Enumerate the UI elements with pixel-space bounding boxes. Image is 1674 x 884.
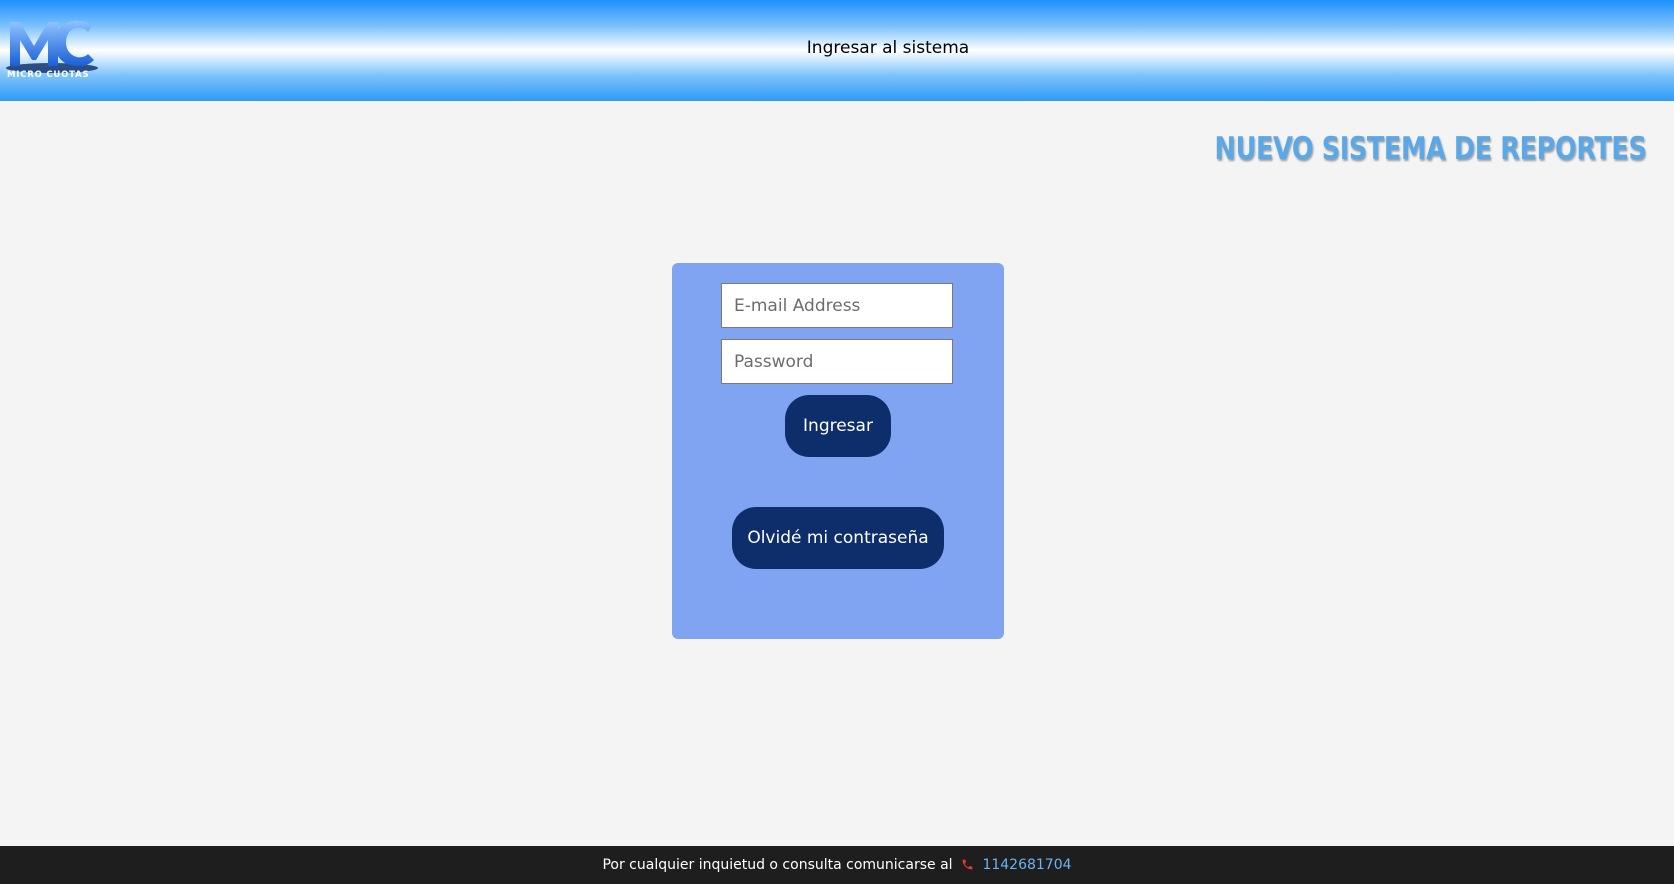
page-headline: NUEVO SISTEMA DE REPORTES [1215,131,1647,167]
login-button[interactable]: Ingresar [785,395,891,457]
phone-link[interactable]: 1142681704 [982,857,1071,873]
email-input[interactable] [721,283,953,328]
login-card: Ingresar Olvidé mi contraseña [672,263,1004,639]
phone-icon [962,859,973,869]
top-header: MICRO CUOTAS Ingresar al sistema [0,0,1674,101]
footer-text: Por cualquier inquietud o consulta comun… [602,857,953,873]
password-input[interactable] [721,339,953,384]
logo-text: MICRO CUOTAS [7,70,90,80]
footer: Por cualquier inquietud o consulta comun… [0,846,1674,884]
header-title: Ingresar al sistema [806,38,970,58]
forgot-password-button[interactable]: Olvidé mi contraseña [732,507,944,569]
